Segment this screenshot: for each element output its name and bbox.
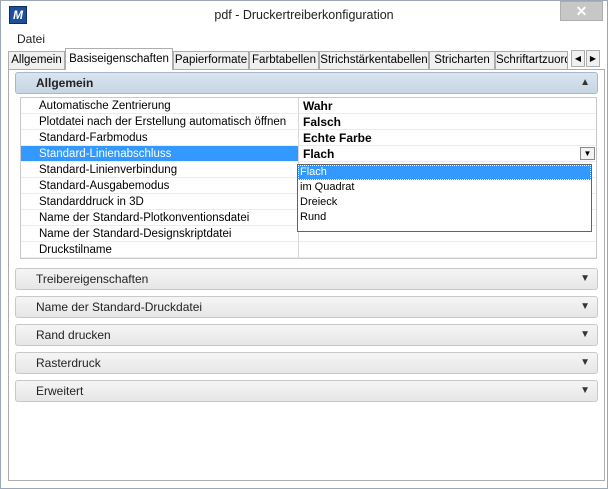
tab-paper-sizes[interactable]: Papierformate [173,51,249,69]
tab-scroll-right-icon[interactable]: ▶ [586,50,600,67]
section-raster-print-header[interactable]: Rasterdruck ▼ [15,352,598,374]
property-name: Name der Standard-Plotkonventionsdatei [21,210,298,226]
chevron-up-icon[interactable]: ▲ [580,73,590,93]
property-value[interactable]: Wahr [298,98,596,114]
property-value[interactable] [298,242,596,258]
window-title: pdf - Druckertreiberkonfiguration [214,8,394,22]
section-label: Treibereigenschaften [36,272,149,286]
section-label: Rand drucken [36,328,111,342]
tab-color-tables[interactable]: Farbtabellen [249,51,319,69]
property-row-selected[interactable]: Standard-Linienabschluss Flach ▼ [21,146,596,162]
menu-file[interactable]: Datei [17,32,45,46]
dropdown-option-flat[interactable]: Flach [298,165,591,180]
tab-strip: Allgemein Basiseigenschaften Papierforma… [1,48,607,70]
section-label: Name der Standard-Druckdatei [36,300,203,314]
property-name: Standard-Ausgabemodus [21,178,298,194]
section-advanced-header[interactable]: Erweitert ▼ [15,380,598,402]
dropdown-option-square[interactable]: im Quadrat [298,180,591,195]
property-row[interactable]: Automatische Zentrierung Wahr [21,98,596,114]
property-value[interactable]: Echte Farbe [298,130,596,146]
tab-basic-properties[interactable]: Basiseigenschaften [65,48,173,70]
chevron-down-icon[interactable]: ▼ [580,325,590,345]
property-name: Standard-Farbmodus [21,130,298,146]
chevron-down-icon[interactable]: ▼ [580,269,590,289]
chevron-down-icon[interactable]: ▼ [580,353,590,373]
property-name: Name der Standard-Designskriptdatei [21,226,298,242]
property-row[interactable]: Standard-Farbmodus Echte Farbe [21,130,596,146]
tab-font-mapping[interactable]: Schriftartzuord [495,51,568,69]
property-value[interactable]: Falsch [298,114,596,130]
tab-line-weight-tables[interactable]: Strichstärkentabellen [319,51,429,69]
tab-content-panel: Allgemein ▲ Automatische Zentrierung Wah… [8,69,605,481]
property-row[interactable]: Druckstilname [21,242,596,258]
section-general-label: Allgemein [36,76,94,90]
menu-bar: Datei [1,30,607,48]
property-name: Plotdatei nach der Erstellung automatisc… [21,114,298,130]
property-name: Standard-Linienabschluss [21,146,298,162]
property-name: Standard-Linienverbindung [21,162,298,178]
property-name: Automatische Zentrierung [21,98,298,114]
section-driver-properties-header[interactable]: Treibereigenschaften ▼ [15,268,598,290]
line-cap-select[interactable]: Flach ▼ [298,146,596,162]
dropdown-option-triangle[interactable]: Dreieck [298,195,591,210]
chevron-down-icon[interactable]: ▼ [580,381,590,401]
driver-config-window: M pdf - Druckertreiberkonfiguration ✕ Da… [0,0,608,489]
section-default-print-file-header[interactable]: Name der Standard-Druckdatei ▼ [15,296,598,318]
chevron-down-icon[interactable]: ▼ [580,297,590,317]
property-name: Druckstilname [21,242,298,258]
section-print-border-header[interactable]: Rand drucken ▼ [15,324,598,346]
tab-line-styles[interactable]: Stricharten [429,51,495,69]
tab-general[interactable]: Allgemein [8,51,65,69]
dropdown-option-round[interactable]: Rund [298,210,591,225]
line-cap-select-value: Flach [303,147,335,161]
line-cap-dropdown-list: Flach im Quadrat Dreieck Rund [297,164,592,232]
chevron-down-icon[interactable]: ▼ [580,147,595,160]
section-label: Erweitert [36,384,84,398]
title-bar[interactable]: M pdf - Druckertreiberkonfiguration ✕ [1,1,607,29]
tab-scroll-left-icon[interactable]: ◀ [571,50,585,67]
close-button[interactable]: ✕ [560,1,603,21]
property-row[interactable]: Plotdatei nach der Erstellung automatisc… [21,114,596,130]
section-general-header[interactable]: Allgemein ▲ [15,72,598,94]
property-name: Standarddruck in 3D [21,194,298,210]
section-label: Rasterdruck [36,356,101,370]
